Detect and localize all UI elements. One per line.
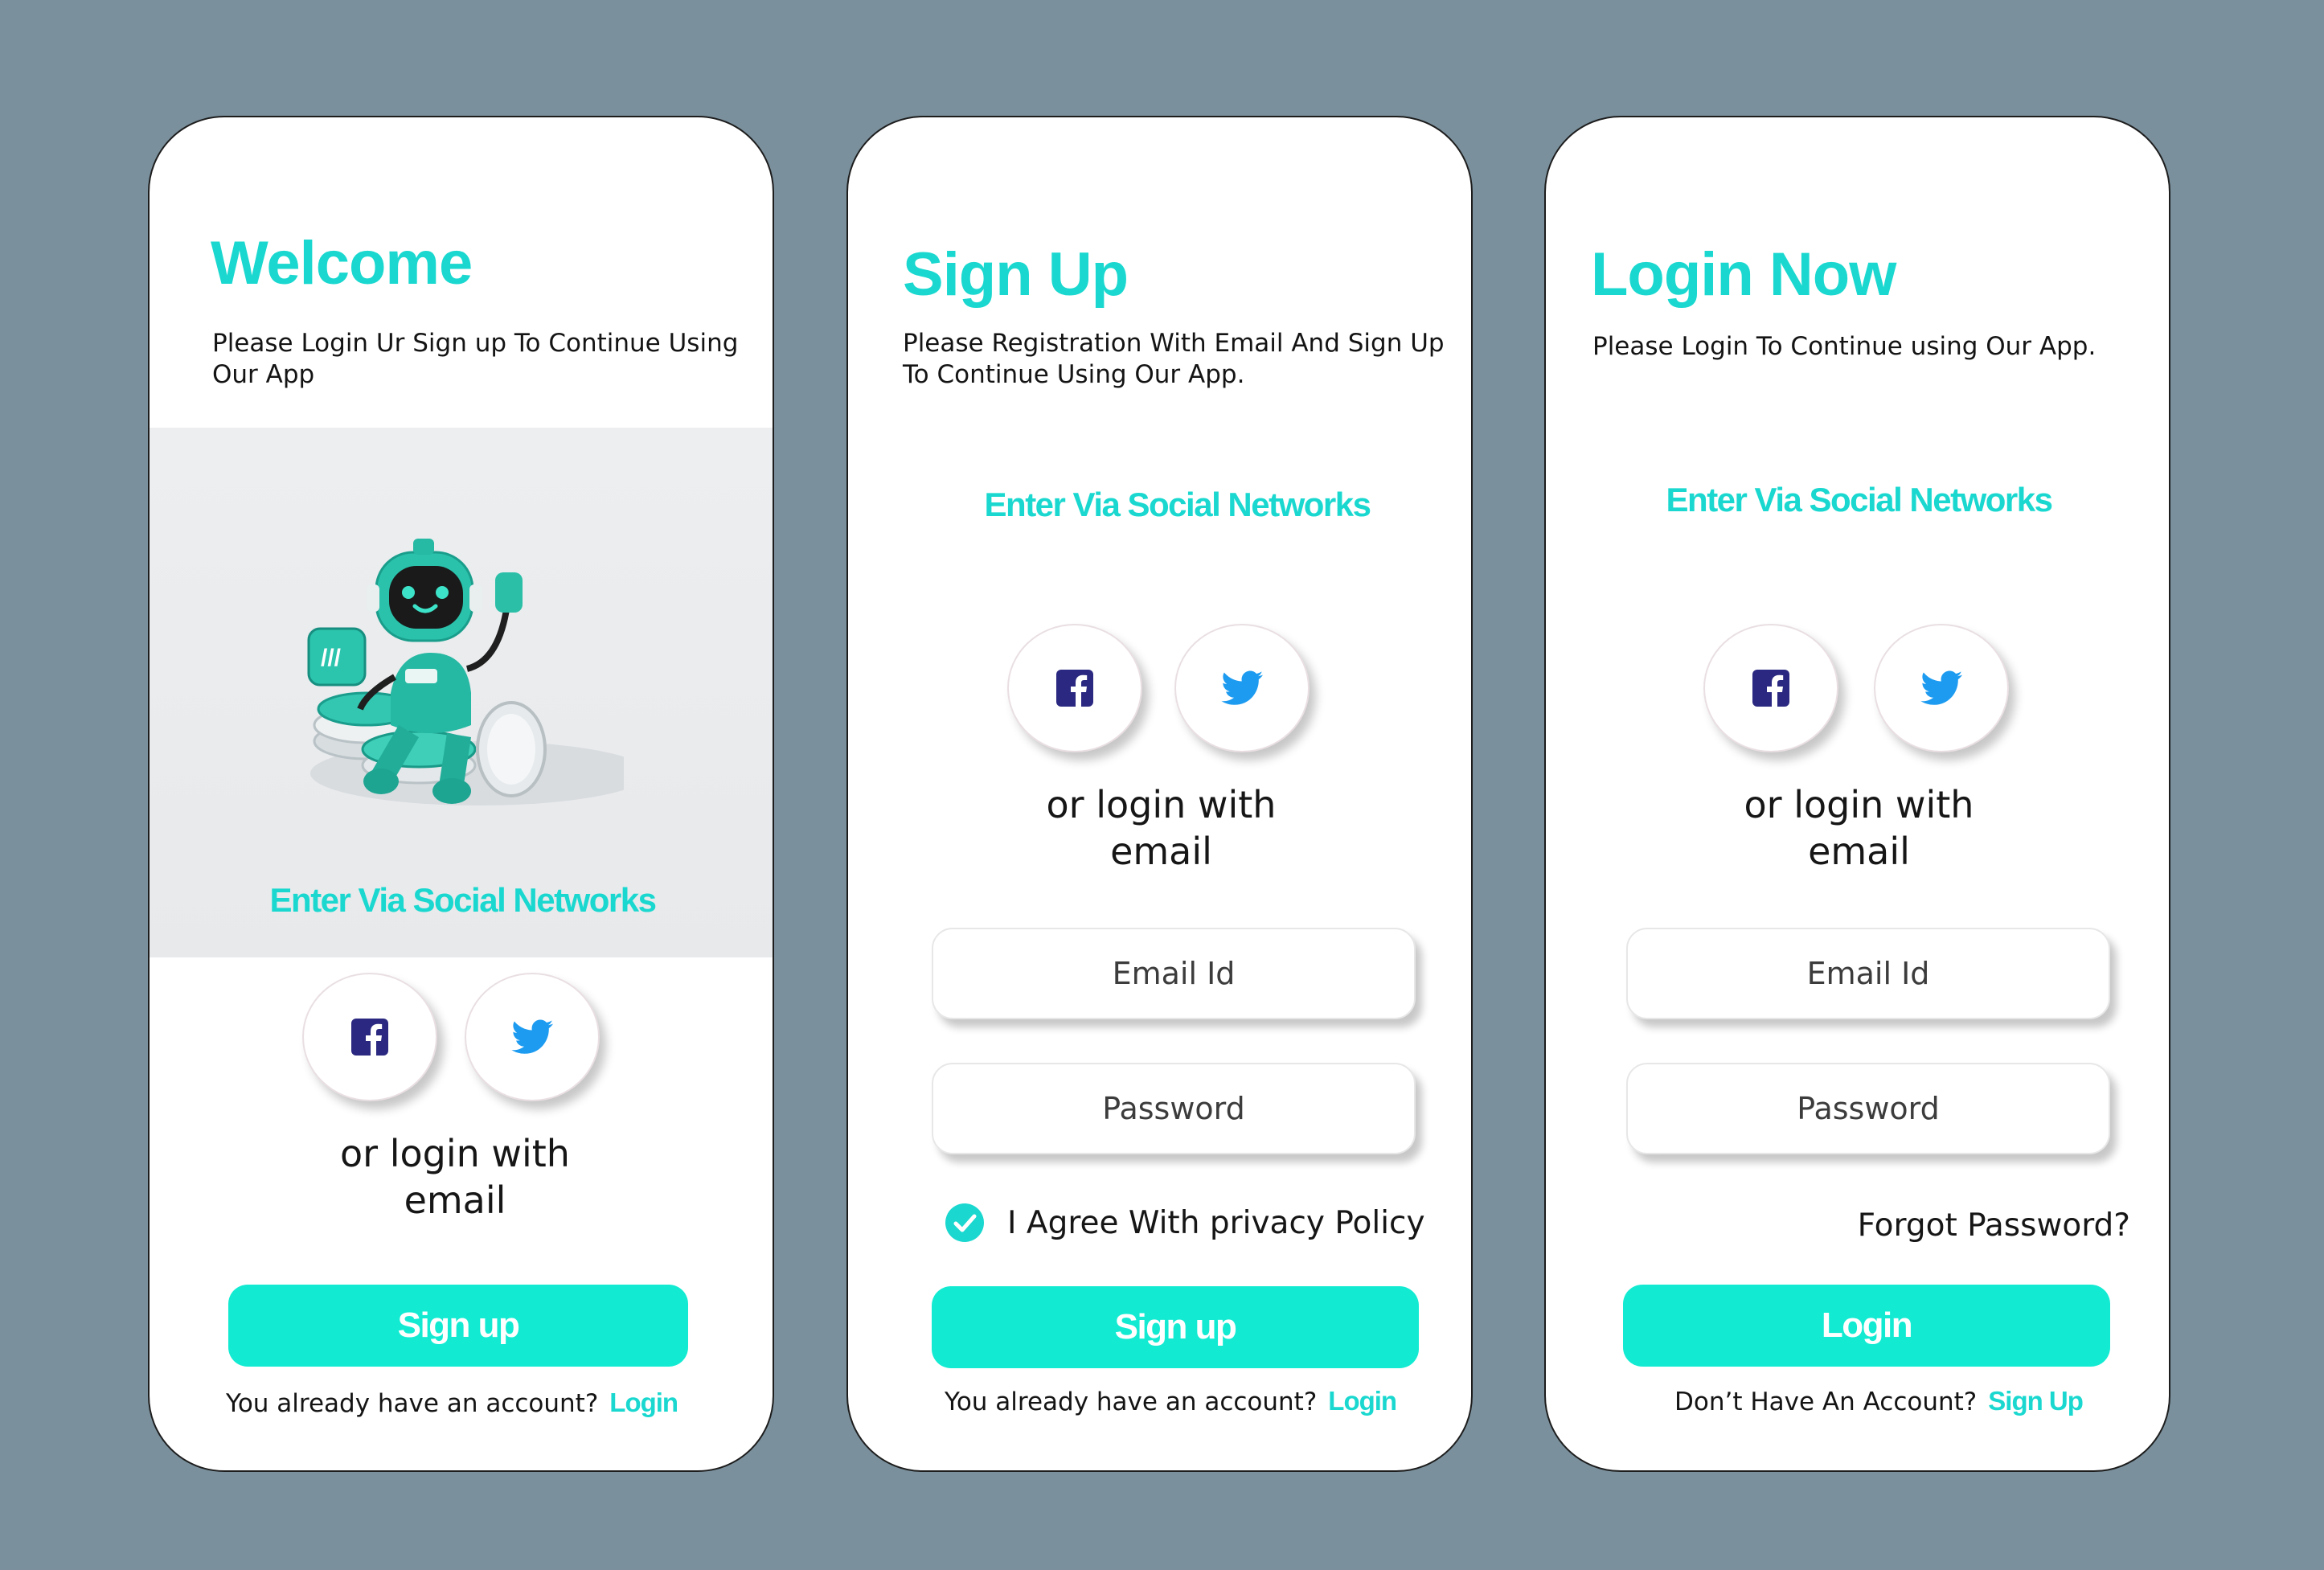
password-field[interactable]: Password (932, 1063, 1416, 1154)
login-button[interactable]: Login (1623, 1285, 2110, 1367)
login-link[interactable]: Login (609, 1388, 678, 1417)
twitter-login-button[interactable] (1174, 624, 1310, 752)
page-subtitle: Please Login To Continue using Our App. (1592, 332, 2097, 361)
twitter-icon (1920, 670, 1962, 705)
social-networks-heading: Enter Via Social Networks (984, 486, 1371, 523)
check-circle-icon[interactable] (945, 1203, 985, 1243)
social-networks-heading: Enter Via Social Networks (1666, 481, 2053, 519)
twitter-login-button[interactable] (465, 973, 600, 1101)
svg-text:///: /// (321, 645, 342, 671)
sign-up-link[interactable]: Sign Up (1988, 1386, 2084, 1416)
or-login-with-email-text: or login with email (340, 1132, 570, 1222)
twitter-icon (1221, 670, 1263, 705)
facebook-login-button[interactable] (1007, 624, 1142, 752)
page-title: Sign Up (903, 240, 1129, 309)
privacy-agree-row[interactable]: I Agree With privacy Policy (945, 1203, 1425, 1243)
email-field[interactable]: Email Id (932, 928, 1416, 1019)
account-prompt-row: You already have an account? Login (945, 1386, 1397, 1416)
facebook-icon (1752, 670, 1789, 707)
account-prompt-text: You already have an account? (945, 1388, 1318, 1416)
welcome-screen: Welcome Please Login Ur Sign up To Conti… (148, 116, 774, 1472)
facebook-login-button[interactable] (1703, 624, 1838, 752)
facebook-login-button[interactable] (302, 973, 437, 1101)
account-prompt-row: You already have an account? Login (226, 1388, 678, 1418)
or-login-with-email-text: or login with email (1744, 783, 1974, 873)
login-screen: Login Now Please Login To Continue using… (1544, 116, 2170, 1472)
page-title: Welcome (211, 229, 473, 297)
sign-up-button[interactable]: Sign up (932, 1286, 1419, 1368)
page-subtitle: Please Registration With Email And Sign … (903, 329, 1445, 389)
facebook-icon (1056, 670, 1093, 707)
robot-mascot-illustration: /// (307, 539, 624, 805)
facebook-icon (351, 1019, 388, 1056)
account-prompt-row: Don’t Have An Account? Sign Up (1674, 1386, 2084, 1416)
sign-up-button[interactable]: Sign up (228, 1285, 688, 1367)
or-login-with-email-text: or login with email (1046, 783, 1277, 873)
twitter-icon (511, 1019, 553, 1054)
account-prompt-text: Don’t Have An Account? (1674, 1388, 1978, 1416)
hero-banner: /// Enter Via Social Networks (150, 428, 773, 957)
twitter-login-button[interactable] (1874, 624, 2009, 752)
page-subtitle: Please Login Ur Sign up To Continue Usin… (212, 329, 739, 389)
privacy-agree-label: I Agree With privacy Policy (1007, 1204, 1425, 1241)
forgot-password-link[interactable]: Forgot Password? (1858, 1207, 2130, 1244)
page-title: Login Now (1591, 240, 1896, 309)
account-prompt-text: You already have an account? (226, 1389, 599, 1418)
email-field[interactable]: Email Id (1626, 928, 2110, 1019)
password-field[interactable]: Password (1626, 1063, 2110, 1154)
login-link[interactable]: Login (1328, 1386, 1397, 1416)
sign-up-screen: Sign Up Please Registration With Email A… (846, 116, 1473, 1472)
social-networks-heading: Enter Via Social Networks (269, 881, 657, 919)
